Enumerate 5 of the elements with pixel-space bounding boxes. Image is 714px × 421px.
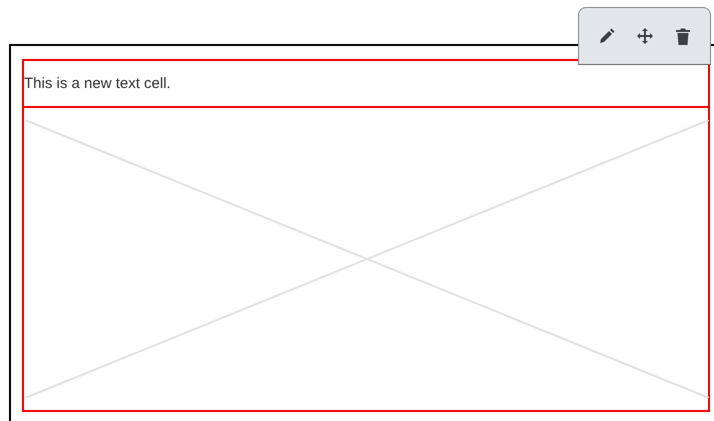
move-button[interactable] [634, 26, 654, 46]
trash-icon [676, 28, 690, 44]
text-cell[interactable]: This is a new text cell. [22, 59, 710, 108]
move-icon [636, 28, 652, 44]
pencil-icon [598, 28, 614, 44]
